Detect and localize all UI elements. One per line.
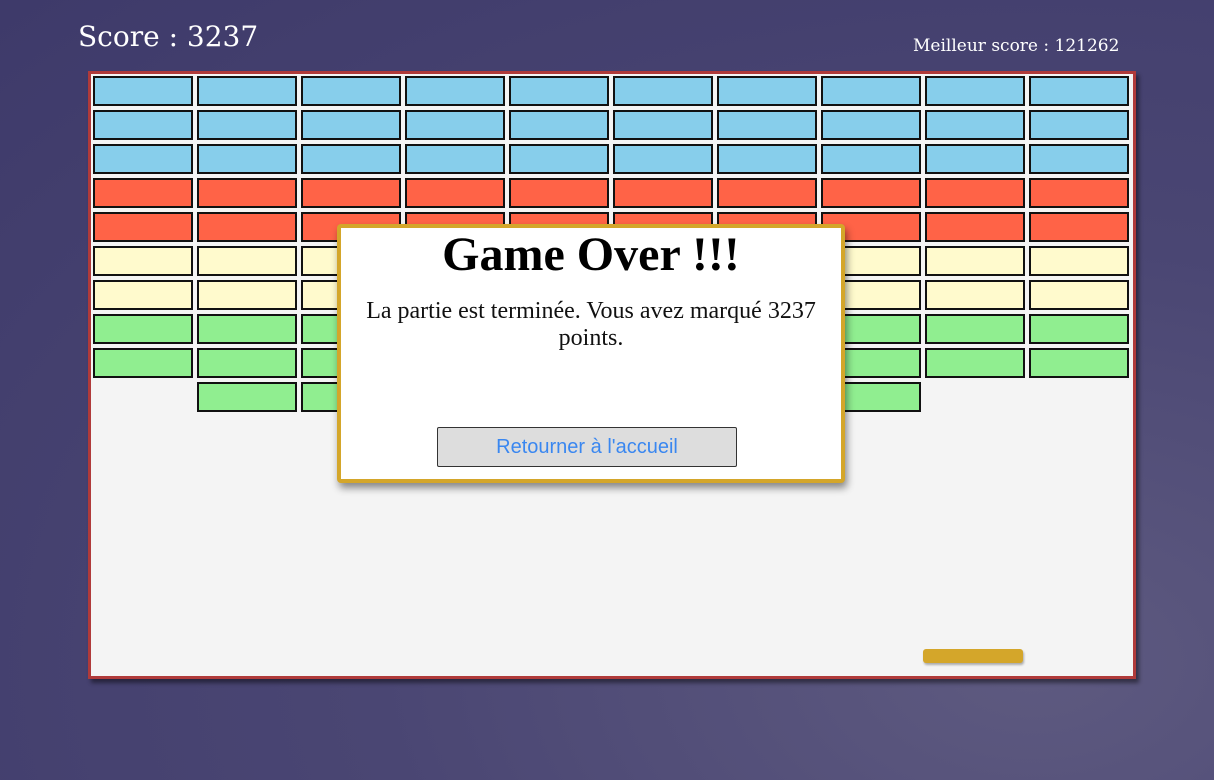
- brick: [821, 144, 921, 174]
- brick: [93, 110, 193, 140]
- brick: [405, 144, 505, 174]
- brick: [1029, 314, 1129, 344]
- brick: [93, 280, 193, 310]
- brick: [717, 110, 817, 140]
- brick: [301, 144, 401, 174]
- brick: [925, 110, 1025, 140]
- brick: [613, 110, 713, 140]
- brick: [93, 144, 193, 174]
- brick: [197, 280, 297, 310]
- game-over-dialog: Game Over !!! La partie est terminée. Vo…: [337, 224, 845, 483]
- paddle: [923, 649, 1023, 663]
- brick: [509, 144, 609, 174]
- brick: [93, 314, 193, 344]
- brick: [717, 144, 817, 174]
- brick: [197, 178, 297, 208]
- best-score-display: Meilleur score : 121262: [913, 36, 1120, 56]
- brick: [925, 348, 1025, 378]
- brick: [1029, 110, 1129, 140]
- brick: [93, 178, 193, 208]
- brick: [613, 144, 713, 174]
- brick: [93, 348, 193, 378]
- brick: [613, 76, 713, 106]
- brick: [925, 280, 1025, 310]
- brick: [613, 178, 713, 208]
- brick: [93, 212, 193, 242]
- brick: [197, 246, 297, 276]
- brick: [301, 110, 401, 140]
- brick: [821, 178, 921, 208]
- brick: [509, 178, 609, 208]
- brick: [1029, 144, 1129, 174]
- brick: [197, 76, 297, 106]
- brick: [197, 348, 297, 378]
- brick: [301, 76, 401, 106]
- brick: [197, 110, 297, 140]
- brick: [405, 110, 505, 140]
- brick: [405, 76, 505, 106]
- brick: [509, 76, 609, 106]
- brick: [197, 212, 297, 242]
- brick: [93, 246, 193, 276]
- return-home-button[interactable]: Retourner à l'accueil: [437, 427, 737, 467]
- brick: [925, 246, 1025, 276]
- brick: [717, 178, 817, 208]
- brick: [1029, 246, 1129, 276]
- game-over-title: Game Over !!!: [442, 228, 740, 281]
- brick: [1029, 280, 1129, 310]
- brick: [197, 382, 297, 412]
- brick: [509, 110, 609, 140]
- brick: [1029, 76, 1129, 106]
- score-display: Score : 3237: [78, 20, 259, 53]
- brick: [405, 178, 505, 208]
- brick: [925, 144, 1025, 174]
- game-over-message: La partie est terminée. Vous avez marqué…: [366, 298, 816, 351]
- brick: [821, 76, 921, 106]
- brick: [717, 76, 817, 106]
- brick: [925, 212, 1025, 242]
- brick: [1029, 178, 1129, 208]
- brick: [925, 76, 1025, 106]
- brick: [1029, 348, 1129, 378]
- brick: [1029, 212, 1129, 242]
- brick: [93, 76, 193, 106]
- brick: [197, 144, 297, 174]
- brick: [197, 314, 297, 344]
- brick: [301, 178, 401, 208]
- brick: [925, 178, 1025, 208]
- brick: [925, 314, 1025, 344]
- brick: [821, 110, 921, 140]
